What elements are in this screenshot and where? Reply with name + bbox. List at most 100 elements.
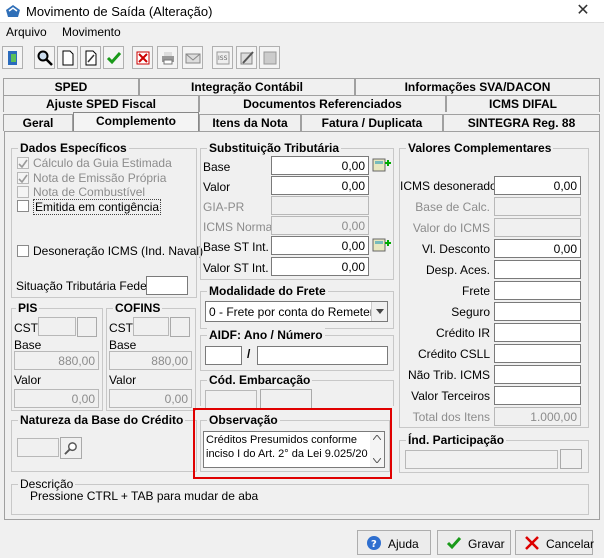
tab-complemento[interactable]: Complemento <box>73 112 199 132</box>
natureza-title: Natureza da Base do Crédito <box>18 413 186 427</box>
complementar-input[interactable] <box>494 218 581 237</box>
tab-fatura-duplicata[interactable]: Fatura / Duplicata <box>301 114 443 131</box>
complementar-label: Valor do ICMS <box>412 221 490 235</box>
new-button[interactable] <box>57 46 78 69</box>
aidf-numero-input[interactable] <box>257 346 388 365</box>
pis-base-input[interactable]: 880,00 <box>14 351 99 370</box>
close-icon[interactable]: ✕ <box>568 1 598 21</box>
complementar-input[interactable]: 1.000,00 <box>494 407 581 426</box>
cancelar-button[interactable]: Cancelar <box>515 530 594 555</box>
st-icms-normal-input[interactable]: 0,00 <box>271 216 369 235</box>
search-button[interactable] <box>34 46 55 69</box>
calculator-icon <box>372 158 391 172</box>
delete-button[interactable] <box>132 46 153 69</box>
complementar-input[interactable] <box>494 344 581 363</box>
complementar-input[interactable] <box>494 281 581 300</box>
cancel-x-icon <box>525 536 539 550</box>
cod-embarcacao-input[interactable] <box>205 390 257 409</box>
menu-bar: Arquivo Movimento <box>0 23 604 42</box>
ind-participacao-input[interactable] <box>405 450 558 469</box>
gravar-button[interactable]: Gravar <box>437 530 511 555</box>
menu-arquivo[interactable]: Arquivo <box>6 25 47 39</box>
situacao-tributaria-input[interactable] <box>146 276 188 295</box>
pen-sign-icon <box>240 51 254 65</box>
cod-embarcacao-lookup-button[interactable] <box>260 389 312 409</box>
tab-geral[interactable]: Geral <box>3 114 73 131</box>
tab-itens-da-nota[interactable]: Itens da Nota <box>199 114 301 131</box>
complementar-input[interactable]: 0,00 <box>494 176 581 195</box>
cofins-base-label: Base <box>109 338 137 352</box>
tab-sintegra-reg-88[interactable]: SINTEGRA Reg. 88 <box>443 114 600 131</box>
st-gia-pr-input[interactable] <box>271 196 369 215</box>
complementar-input[interactable]: 0,00 <box>494 239 581 258</box>
tab-sped[interactable]: SPED <box>3 78 139 95</box>
complementar-label: Frete <box>461 284 490 298</box>
label-desoneracao-icms: Desoneração ICMS (Ind. Naval) <box>33 244 204 258</box>
cofins-cst-input[interactable] <box>133 317 169 336</box>
label-calculo-guia: Cálculo da Guia Estimada <box>33 156 172 170</box>
iss-button[interactable]: ISS <box>212 46 233 69</box>
tab-informacoes-sva-dacon[interactable]: Informações SVA/DACON <box>355 78 600 95</box>
edit-document-icon <box>85 50 97 66</box>
checkbox-calculo-guia[interactable] <box>17 157 29 169</box>
title-bar: Movimento de Saída (Alteração) ✕ <box>0 0 604 23</box>
checkbox-emitida-contigencia[interactable] <box>17 200 29 212</box>
pis-base-label: Base <box>14 338 42 352</box>
pis-cst-lookup-button[interactable] <box>77 317 97 337</box>
natureza-input[interactable] <box>17 438 59 457</box>
tab-integracao-contabil[interactable]: Integração Contábil <box>139 78 355 95</box>
complementar-input[interactable] <box>494 386 581 405</box>
menu-movimento[interactable]: Movimento <box>62 25 121 39</box>
cofins-base-input[interactable]: 880,00 <box>109 351 192 370</box>
svg-text:ISS: ISS <box>218 55 228 62</box>
chevron-down-icon <box>376 309 384 314</box>
toolbar: ISS <box>0 44 604 74</box>
search-icon <box>64 442 77 455</box>
st-base-input[interactable]: 0,00 <box>271 156 369 175</box>
checkbox-nota-emissao-propria[interactable] <box>17 172 29 184</box>
delete-icon <box>136 51 150 65</box>
pis-cst-input[interactable] <box>38 317 76 336</box>
email-button[interactable] <box>182 46 203 69</box>
export-icon <box>263 51 277 65</box>
st-valor-st-int-input[interactable]: 0,00 <box>271 257 369 276</box>
checkbox-nota-combustivel[interactable] <box>17 186 29 198</box>
st-base-st-int-input[interactable]: 0,00 <box>271 236 369 255</box>
complementar-input[interactable] <box>494 323 581 342</box>
checkbox-desoneracao-icms[interactable] <box>17 245 29 257</box>
tab-documentos-referenciados[interactable]: Documentos Referenciados <box>199 95 446 112</box>
ajuda-button[interactable]: ? Ajuda <box>357 530 431 555</box>
complementar-label: Seguro <box>451 305 490 319</box>
export-button[interactable] <box>259 46 280 69</box>
complementar-input[interactable] <box>494 197 581 216</box>
natureza-search-button[interactable] <box>60 437 82 459</box>
window-title: Movimento de Saída (Alteração) <box>26 4 213 19</box>
st-base-int-calc-button[interactable] <box>372 236 392 256</box>
ind-participacao-lookup-button[interactable] <box>560 449 582 469</box>
confirm-button[interactable] <box>103 46 124 69</box>
label-nota-emissao-propria: Nota de Emissão Própria <box>33 171 167 185</box>
st-valor-input[interactable]: 0,00 <box>271 176 369 195</box>
print-button[interactable] <box>157 46 178 69</box>
complementar-input[interactable] <box>494 365 581 384</box>
envelope-icon <box>185 53 201 64</box>
sign-button[interactable] <box>236 46 257 69</box>
frete-dropdown-button[interactable] <box>371 302 387 321</box>
app-icon <box>6 5 20 17</box>
complementar-input[interactable] <box>494 302 581 321</box>
st-base-calc-button[interactable] <box>372 156 392 176</box>
tab-icms-difal[interactable]: ICMS DIFAL <box>446 95 600 112</box>
iss-document-icon: ISS <box>216 51 230 65</box>
frete-select[interactable]: 0 - Frete por conta do Remeter <box>205 301 388 322</box>
edit-button[interactable] <box>80 46 101 69</box>
complementar-label: Base de Calc. <box>415 200 490 214</box>
st-base-st-int-label: Base ST Int. <box>203 240 269 254</box>
exit-button[interactable] <box>2 46 23 69</box>
tab-ajuste-sped-fiscal[interactable]: Ajuste SPED Fiscal <box>3 95 199 112</box>
aidf-ano-input[interactable] <box>205 346 242 365</box>
pis-valor-label: Valor <box>14 373 42 387</box>
cofins-cst-lookup-button[interactable] <box>170 317 190 337</box>
pis-valor-input[interactable]: 0,00 <box>14 389 99 408</box>
complementar-input[interactable] <box>494 260 581 279</box>
cofins-valor-input[interactable]: 0,00 <box>109 389 192 408</box>
